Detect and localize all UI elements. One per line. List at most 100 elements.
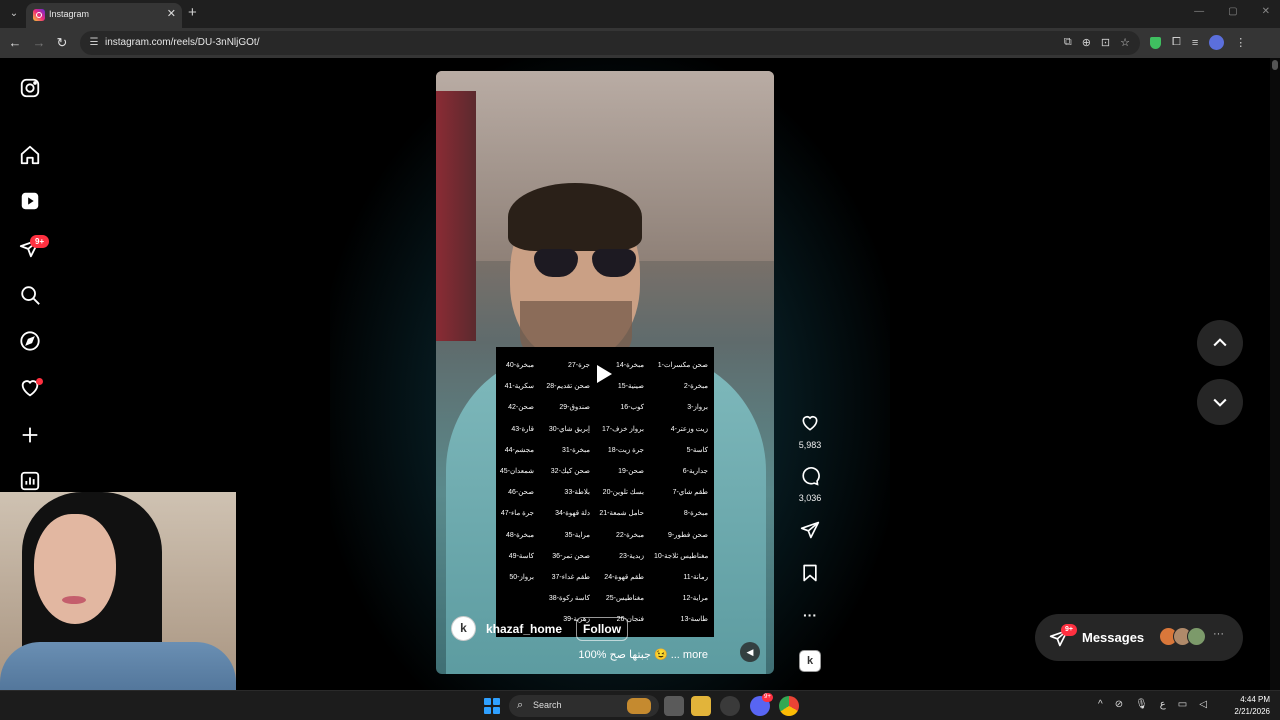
- next-reel-button[interactable]: [1197, 379, 1243, 425]
- file-explorer-icon[interactable]: [691, 696, 711, 716]
- minimize-icon[interactable]: —: [1194, 6, 1204, 17]
- browser-toolbar: ← → ↻ ☰ instagram.com/reels/DU-3nNljGOt/…: [0, 28, 1280, 58]
- reel-caption[interactable]: 100% جبتها صح 😉 ... more: [578, 648, 708, 661]
- like-button[interactable]: 5,983: [795, 413, 825, 450]
- scrollbar[interactable]: [1270, 58, 1280, 690]
- audio-thumbnail[interactable]: k: [799, 650, 821, 672]
- notification-dot: [36, 378, 43, 385]
- like-heart-icon: [802, 415, 818, 431]
- list-item: 43-قارة: [511, 425, 534, 433]
- list-column-4: 40-مبخرة 41-سكرية 42-صحن 43-قارة 44-مجشم 45-ش…: [480, 355, 534, 588]
- share-button[interactable]: [795, 520, 825, 545]
- chevron-up-icon: [1213, 338, 1227, 347]
- messages-button[interactable]: 9+ Messages ···: [1035, 614, 1243, 661]
- taskbar-clock[interactable]: 4:44 PM 2/21/2026: [1228, 694, 1270, 718]
- list-item: 45-شمعدان: [499, 467, 534, 475]
- list-item: 5-كاسة: [686, 446, 708, 454]
- messages-more-icon[interactable]: ···: [1213, 628, 1224, 640]
- list-item: 47-جرة ماء: [500, 510, 534, 518]
- list-item: 7-طقم شاي: [672, 489, 708, 497]
- list-item: 46-صحن: [508, 489, 534, 497]
- list-column-3: 27-جرة 28-صحن تقديم 29-صندوق 30-إبريق شاي 31…: [536, 355, 590, 630]
- volume-icon[interactable]: ◀︎: [740, 642, 760, 662]
- forward-arrow-icon[interactable]: →: [30, 34, 48, 52]
- list-item: 27-جرة: [568, 362, 590, 369]
- list-item: 18-جرة زيت: [607, 446, 644, 454]
- create-plus-icon[interactable]: [19, 424, 41, 446]
- list-item: 19-صحن: [618, 467, 644, 475]
- comment-button[interactable]: 3,036: [795, 466, 825, 503]
- list-item: 17-برواز خزف: [601, 425, 644, 433]
- task-view-icon[interactable]: [664, 696, 684, 716]
- follow-button[interactable]: Follow: [576, 616, 629, 641]
- maximize-icon[interactable]: ▢: [1228, 6, 1237, 17]
- previous-reel-button[interactable]: [1197, 320, 1243, 366]
- reels-icon[interactable]: [19, 190, 41, 212]
- window-controls: — ▢ ✕: [1194, 6, 1270, 17]
- list-item: 48-مبخرة: [505, 531, 534, 539]
- list-item: 4-زيت وزعتر: [670, 425, 708, 433]
- dashboard-icon[interactable]: [19, 470, 41, 492]
- new-tab-button[interactable]: +: [188, 5, 197, 21]
- address-bar[interactable]: ☰ instagram.com/reels/DU-3nNljGOt/ ⧉ ⊕ ⊡…: [80, 31, 1140, 55]
- reel-author: k khazaf_home Follow: [451, 616, 629, 641]
- media-controls-icon[interactable]: ≡: [1192, 37, 1198, 49]
- tray-overflow-chevron-icon[interactable]: ^: [1098, 699, 1103, 710]
- home-icon[interactable]: [19, 144, 41, 166]
- list-item: 20-بسك تلوين: [602, 489, 644, 497]
- tab-close-icon[interactable]: ✕: [167, 7, 176, 20]
- omnibox-actions: ⧉ ⊕ ⊡ ☆: [1064, 36, 1130, 49]
- list-item: 8-مبخرة: [683, 510, 708, 518]
- list-item: 41-سكرية: [504, 383, 534, 391]
- scrollbar-thumb[interactable]: [1272, 60, 1278, 70]
- play-icon[interactable]: [597, 365, 612, 383]
- translate-icon[interactable]: ⧉: [1064, 36, 1072, 49]
- clock-date: 2/21/2026: [1234, 707, 1270, 716]
- list-item: 22-مبخرة: [615, 531, 644, 539]
- list-item: 38-كاسة ركوة: [548, 595, 590, 603]
- video-person-hair: [508, 183, 642, 251]
- list-item: 2-مبخرة: [683, 383, 708, 391]
- list-column-1: 1-صحن مكسرات 2-مبخرة 3-برواز 4-زيت وزعتر 5-ك…: [654, 355, 708, 630]
- install-app-icon[interactable]: ⊡: [1101, 36, 1110, 49]
- author-username[interactable]: khazaf_home: [486, 622, 562, 636]
- browser-menu-icon[interactable]: ⋮: [1235, 36, 1246, 49]
- chrome-icon[interactable]: [779, 696, 799, 716]
- reel-video[interactable]: 1-صحن مكسرات 2-مبخرة 3-برواز 4-زيت وزعتر 5-ك…: [436, 71, 774, 674]
- tray-volume-icon[interactable]: ◁: [1199, 699, 1207, 710]
- windows-start-icon[interactable]: [484, 698, 500, 714]
- chevron-down-icon: [1213, 398, 1227, 407]
- save-button[interactable]: [795, 563, 825, 588]
- list-item: 29-صندوق: [559, 404, 590, 412]
- tray-language[interactable]: ع: [1160, 699, 1166, 710]
- reload-icon[interactable]: ↻: [53, 34, 71, 52]
- search-icon[interactable]: [19, 284, 41, 306]
- explore-compass-icon[interactable]: [19, 330, 41, 352]
- tray-network-icon[interactable]: ⊘: [1115, 699, 1123, 710]
- extensions-puzzle-icon[interactable]: ⧠: [1172, 36, 1181, 49]
- shield-extension-icon[interactable]: [1150, 36, 1161, 49]
- instagram-logo-icon[interactable]: [19, 77, 41, 99]
- taskbar-search[interactable]: ⌕ Search: [509, 695, 659, 717]
- comment-count: 3,036: [798, 493, 822, 503]
- webcam-face: [34, 514, 116, 624]
- video-sunglasses: [534, 249, 640, 277]
- app-icon[interactable]: [720, 696, 740, 716]
- browser-tab-bar: ⌄ Instagram ✕ + — ▢ ✕: [0, 0, 1280, 28]
- tray-microphone-icon[interactable]: 🎙︎: [1135, 699, 1148, 710]
- more-options-icon[interactable]: ···: [795, 607, 825, 623]
- tab-title: Instagram: [49, 9, 90, 19]
- tab-search-chevron-icon[interactable]: ⌄: [4, 4, 24, 24]
- site-info-icon[interactable]: ☰: [87, 36, 101, 50]
- author-avatar[interactable]: k: [451, 616, 476, 641]
- url-text[interactable]: instagram.com/reels/DU-3nNljGOt/: [105, 37, 259, 48]
- tray-display-icon[interactable]: ▭: [1178, 699, 1187, 710]
- profile-avatar-icon[interactable]: [1209, 35, 1225, 50]
- back-arrow-icon[interactable]: ←: [6, 34, 24, 52]
- bookmark-star-icon[interactable]: ☆: [1120, 36, 1130, 49]
- taskbar-search-icon: ⌕: [517, 699, 524, 711]
- close-window-icon[interactable]: ✕: [1262, 6, 1270, 17]
- browser-tab-instagram[interactable]: Instagram ✕: [26, 3, 182, 28]
- instagram-favicon-icon: [33, 9, 45, 21]
- zoom-icon[interactable]: ⊕: [1082, 36, 1091, 49]
